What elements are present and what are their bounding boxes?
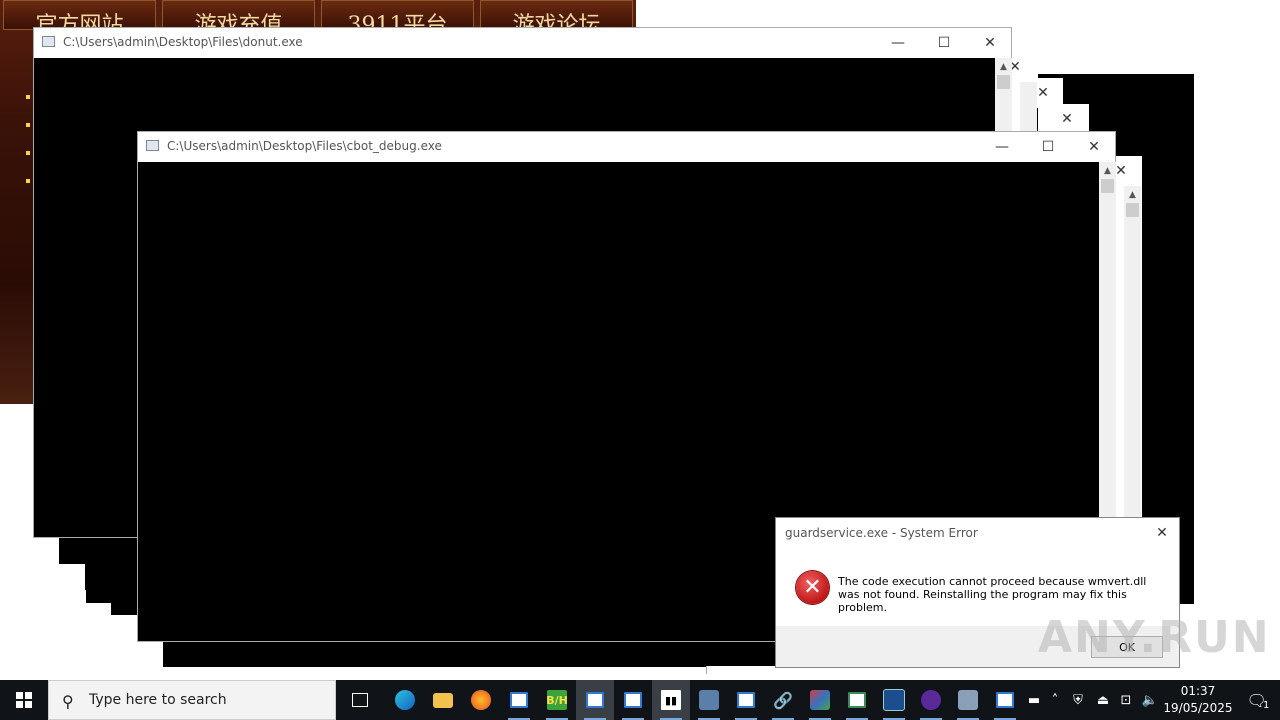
banner-tab-official-site[interactable]: 官方网站	[3, 0, 156, 30]
tray-app-icon[interactable]: ▬	[1022, 680, 1046, 720]
app-window-icon[interactable]	[986, 680, 1024, 720]
edge-icon[interactable]	[386, 680, 424, 720]
close-button[interactable]: ✕	[967, 28, 1013, 58]
scroll-up-icon[interactable]: ▲	[1124, 186, 1141, 203]
link-icon[interactable]: 🔗	[764, 680, 802, 720]
background-console-fragment	[111, 589, 139, 615]
app-window-icon[interactable]	[727, 680, 765, 720]
app-window-icon[interactable]	[500, 680, 538, 720]
taskbar-search-box[interactable]: ⚲ Type here to search	[48, 680, 336, 720]
minimize-button[interactable]: —	[875, 28, 921, 58]
banner-tab-forum[interactable]: 游戏论坛	[480, 0, 633, 30]
titlebar[interactable]: C:\Users\admin\Desktop\Files\donut.exe —…	[34, 28, 1011, 58]
window-title: C:\Users\admin\Desktop\Files\cbot_debug.…	[167, 139, 442, 153]
chevron-up-icon[interactable]: ˄	[1046, 680, 1064, 720]
app-window-icon[interactable]	[576, 680, 614, 720]
search-placeholder: Type here to search	[89, 692, 227, 708]
console-app-icon	[146, 140, 159, 151]
search-icon: ⚲	[62, 692, 74, 711]
binary-app-icon[interactable]: ▮▮	[652, 680, 690, 720]
vertical-scrollbar[interactable]: ▲	[1124, 186, 1141, 526]
bh-app-icon[interactable]: B/H	[538, 680, 576, 720]
scroll-up-icon[interactable]: ▲	[995, 58, 1012, 75]
scroll-thumb[interactable]	[1101, 179, 1114, 193]
banner-bullets	[26, 95, 30, 195]
background-window-fragment: ✕ ▲	[1112, 156, 1142, 526]
background-console-fragment	[85, 563, 139, 590]
background-window-titlebar: ✕	[1038, 104, 1089, 134]
package-icon[interactable]	[949, 680, 987, 720]
bullet-icon	[26, 179, 30, 183]
maximize-button[interactable]: ☐	[1025, 132, 1071, 162]
shield-icon[interactable]: ⛨	[1066, 680, 1090, 720]
installer-icon[interactable]	[801, 680, 839, 720]
firefox-icon[interactable]	[462, 680, 500, 720]
background-window-edge	[706, 666, 779, 674]
banner-nav: 官方网站 游戏充值 3911平台 游戏论坛	[0, 0, 636, 30]
maximize-button[interactable]: ☐	[921, 28, 967, 58]
bullet-icon	[26, 123, 30, 127]
bullet-icon	[26, 151, 30, 155]
error-message: The code execution cannot proceed becaus…	[838, 575, 1147, 614]
scroll-up-icon[interactable]: ▲	[1099, 162, 1116, 179]
system-clock[interactable]: 01:37 19/05/2025	[1162, 683, 1234, 717]
notification-center-button[interactable]: 🗨 1	[1236, 680, 1280, 720]
background-console-fragment	[163, 640, 778, 667]
titlebar[interactable]: C:\Users\admin\Desktop\Files\cbot_debug.…	[138, 132, 1115, 162]
background-console-fragment	[86, 589, 112, 603]
taskbar: ⚲ Type here to search B/H ▮▮ 🔗 ▬ ˄ ⛨ ⏏ ⊡…	[0, 680, 1280, 720]
task-view-icon[interactable]	[341, 680, 379, 720]
clock-date: 19/05/2025	[1163, 701, 1233, 715]
windows-logo-icon	[16, 692, 32, 708]
app-window-icon[interactable]	[614, 680, 652, 720]
app-window-icon[interactable]	[838, 680, 876, 720]
close-icon[interactable]: ✕	[1052, 104, 1082, 134]
purple-app-icon[interactable]	[912, 680, 950, 720]
banner-tab-recharge[interactable]: 游戏充值	[162, 0, 315, 30]
error-icon: ✕	[796, 571, 829, 604]
close-button[interactable]: ✕	[1071, 132, 1117, 162]
network-icon[interactable]: ⊡	[1115, 680, 1137, 720]
network-tool-icon[interactable]	[690, 680, 728, 720]
bullet-icon	[26, 95, 30, 99]
window-title: C:\Users\admin\Desktop\Files\donut.exe	[63, 35, 303, 49]
usb-icon[interactable]: ⏏	[1092, 680, 1114, 720]
banner-tab-platform[interactable]: 3911平台	[321, 0, 474, 30]
background-console-fragment	[59, 537, 139, 564]
file-explorer-icon[interactable]	[424, 680, 462, 720]
notification-count: 1	[1262, 699, 1270, 711]
clock-time: 01:37	[1180, 684, 1216, 698]
minimize-button[interactable]: —	[979, 132, 1025, 162]
volume-icon[interactable]: 🔈	[1139, 680, 1161, 720]
dialog-title: guardservice.exe - System Error	[785, 526, 978, 540]
anyrun-watermark: ANY.RUN	[1038, 612, 1271, 663]
dialog-close-button[interactable]: ✕	[1151, 522, 1173, 544]
console-app-icon	[42, 36, 55, 47]
scroll-thumb[interactable]	[997, 75, 1010, 89]
scroll-thumb[interactable]	[1126, 203, 1139, 217]
monitor-icon[interactable]	[875, 680, 913, 720]
start-button[interactable]	[0, 680, 48, 720]
